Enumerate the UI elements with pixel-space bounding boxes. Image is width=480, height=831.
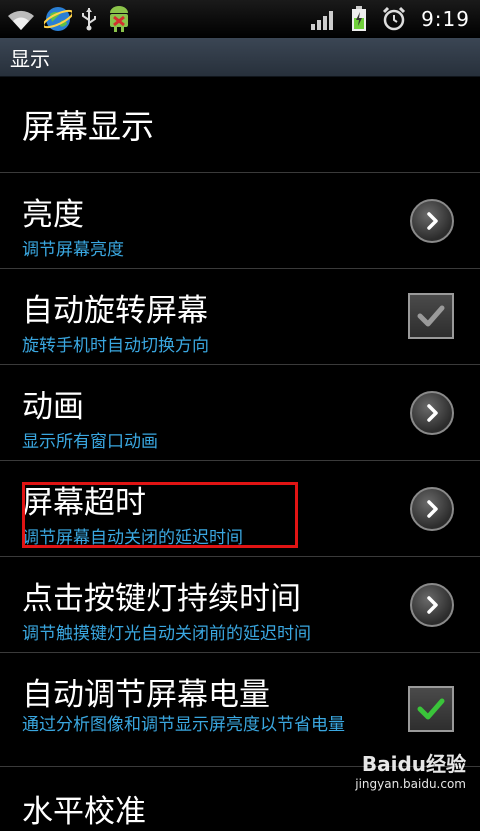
setting-summary: 调节触摸键灯光自动关闭前的延迟时间	[22, 624, 311, 644]
power-saving-checkbox[interactable]	[408, 685, 454, 732]
setting-summary: 调节屏幕自动关闭的延迟时间	[22, 528, 243, 548]
auto-rotate-checkbox[interactable]	[408, 292, 454, 339]
title-bar: 显示	[0, 38, 480, 77]
chevron-right-icon[interactable]	[410, 390, 454, 435]
chevron-right-icon[interactable]	[410, 198, 454, 243]
setting-brightness[interactable]: 亮度 调节屏幕亮度	[0, 173, 480, 269]
check-icon	[417, 698, 445, 719]
watermark: Baidu经验 jingyan.baidu.com	[355, 748, 466, 791]
setting-title: 亮度	[22, 197, 84, 233]
page-title: 显示	[10, 46, 50, 71]
settings-list: 屏幕显示 亮度 调节屏幕亮度 自动旋转屏幕 旋转手机时自动切换方向 动画 显示所…	[0, 76, 480, 767]
setting-summary: 旋转手机时自动切换方向	[22, 336, 209, 356]
category-header: 屏幕显示	[0, 76, 480, 173]
check-icon	[417, 305, 445, 326]
setting-title: 点击按键灯持续时间	[22, 581, 301, 617]
setting-title: 屏幕超时	[22, 485, 146, 521]
setting-screen-timeout[interactable]: 屏幕超时 调节屏幕自动关闭的延迟时间	[0, 461, 480, 557]
clock: 9:19	[421, 7, 470, 31]
globe-icon	[44, 5, 72, 33]
setting-summary: 调节屏幕亮度	[22, 240, 124, 260]
chevron-right-icon[interactable]	[410, 582, 454, 627]
setting-auto-rotate[interactable]: 自动旋转屏幕 旋转手机时自动切换方向	[0, 269, 480, 365]
battery-charging-icon	[351, 6, 367, 32]
watermark-url: jingyan.baidu.com	[355, 777, 466, 791]
usb-icon	[80, 6, 98, 32]
setting-horizontal-calibration[interactable]: 水平校准	[22, 786, 146, 831]
setting-title: 自动调节屏幕电量	[22, 677, 270, 713]
setting-summary: 显示所有窗口动画	[22, 432, 158, 452]
alarm-icon	[381, 6, 407, 32]
setting-title: 自动旋转屏幕	[22, 293, 208, 329]
signal-icon	[311, 8, 337, 30]
status-bar: 9:19	[0, 0, 480, 38]
chevron-right-icon[interactable]	[410, 486, 454, 531]
wifi-icon	[6, 6, 36, 32]
setting-key-light-duration[interactable]: 点击按键灯持续时间 调节触摸键灯光自动关闭前的延迟时间	[0, 557, 480, 653]
android-debug-icon	[106, 5, 132, 33]
watermark-logo: Baidu经验	[361, 752, 466, 776]
setting-title: 动画	[22, 389, 84, 425]
setting-animation[interactable]: 动画 显示所有窗口动画	[0, 365, 480, 461]
setting-summary: 通过分析图像和调节显示屏亮度以节省电量	[22, 715, 345, 735]
